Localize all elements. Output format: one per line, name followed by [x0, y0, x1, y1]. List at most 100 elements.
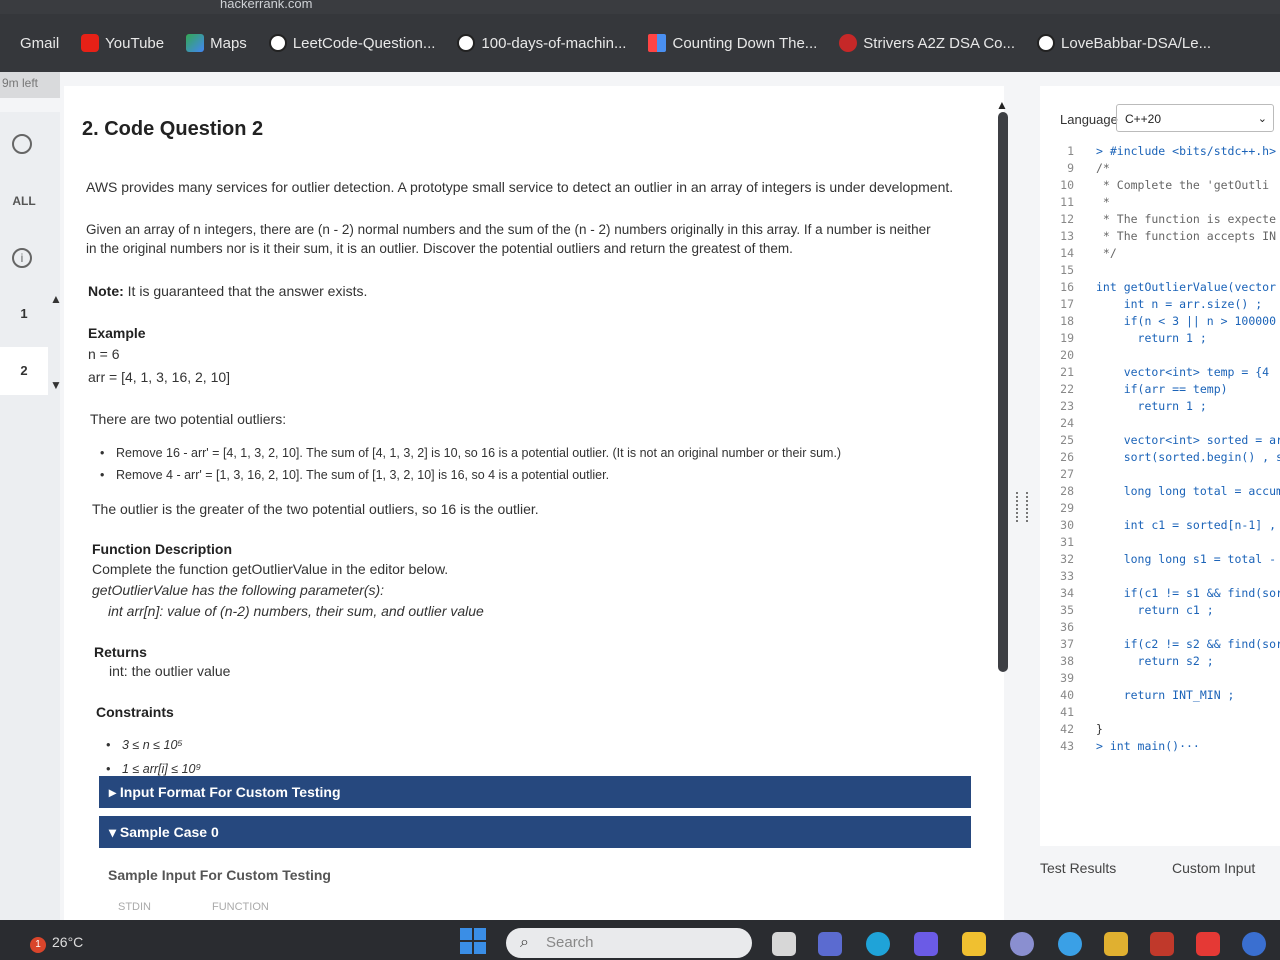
language-select[interactable]: C++20 ⌄ [1116, 104, 1274, 132]
code-line[interactable]: 20 [1040, 348, 1280, 365]
code-text: long long total = accum [1096, 484, 1280, 498]
code-line[interactable]: 32 long long s1 = total - [1040, 552, 1280, 569]
code-text: int n = arr.size() ; [1096, 297, 1263, 311]
line-number: 11 [1060, 195, 1074, 209]
youtube-icon [81, 34, 100, 52]
security-icon[interactable] [1150, 932, 1174, 956]
line-number: 16 [1060, 280, 1074, 294]
code-line[interactable]: 33 [1040, 569, 1280, 586]
code-line[interactable]: 9 /* [1040, 161, 1280, 178]
bookmark-100-days[interactable]: 100-days-of-machin... [457, 34, 626, 52]
code-line[interactable]: 42} [1040, 722, 1280, 739]
settings-icon[interactable] [1242, 932, 1266, 956]
line-number: 43 [1060, 739, 1074, 753]
arrow-down-icon[interactable]: ▼ [50, 378, 62, 392]
line-number: 22 [1060, 382, 1074, 396]
code-text: if(c1 != s1 && find(sort [1096, 586, 1280, 600]
code-line[interactable]: 23 return 1 ; [1040, 399, 1280, 416]
constraint-2: 1 ≤ arr[i] ≤ 10⁹ [106, 762, 201, 776]
code-line[interactable]: 10 * Complete the 'getOutli [1040, 178, 1280, 195]
tab-custom-input[interactable]: Custom Input [1172, 860, 1255, 876]
app-icon[interactable] [1010, 932, 1034, 956]
code-text: vector<int> temp = {4 [1096, 365, 1270, 379]
code-line[interactable]: 13 * The function accepts IN [1040, 229, 1280, 246]
calendar-app-icon[interactable] [1104, 932, 1128, 956]
line-number: 23 [1060, 399, 1074, 413]
problem-scrollbar[interactable] [998, 112, 1008, 672]
code-line[interactable]: 30 int c1 = sorted[n-1] , [1040, 518, 1280, 535]
code-line[interactable]: 40 return INT_MIN ; [1040, 688, 1280, 705]
code-line[interactable]: 27 [1040, 467, 1280, 484]
bookmark-maps[interactable]: Maps [186, 34, 247, 52]
code-line[interactable]: 17 int n = arr.size() ; [1040, 297, 1280, 314]
code-line[interactable]: 15 [1040, 263, 1280, 280]
line-number: 34 [1060, 586, 1074, 600]
code-line[interactable]: 31 [1040, 535, 1280, 552]
code-line[interactable]: 11 * [1040, 195, 1280, 212]
pane-resize-handle[interactable] [1016, 492, 1028, 522]
all-questions-button[interactable]: ALL [0, 194, 48, 208]
code-line[interactable]: 19 return 1 ; [1040, 331, 1280, 348]
function-description-1: Complete the function getOutlierValue in… [92, 561, 449, 577]
scroll-up-icon[interactable]: ▲ [996, 98, 1008, 112]
code-line[interactable]: 38 return s2 ; [1040, 654, 1280, 671]
code-line[interactable]: 12 * The function is expecte [1040, 212, 1280, 229]
code-lines[interactable]: 1 > #include <bits/stdc++.h> 9 /* 10 * Compl… [1040, 144, 1280, 756]
bookmark-counting-down[interactable]: Counting Down The... [648, 34, 817, 52]
edge-icon[interactable] [866, 932, 890, 956]
media-icon[interactable] [1196, 932, 1220, 956]
code-text: */ [1096, 246, 1117, 260]
copilot-icon[interactable] [914, 932, 938, 956]
question-1-button[interactable]: 1 [0, 290, 48, 338]
bookmark-lovebabbar[interactable]: LoveBabbar-DSA/Le... [1037, 34, 1211, 52]
address-bar[interactable]: hackerrank.com [0, 0, 1280, 14]
line-number: 32 [1060, 552, 1074, 566]
folder-icon[interactable] [962, 932, 986, 956]
maps-icon [186, 34, 205, 52]
bookmark-youtube[interactable]: YouTube [81, 34, 164, 52]
sample-case-toggle[interactable]: ▾ Sample Case 0 [99, 816, 971, 848]
compass-icon[interactable] [12, 134, 32, 154]
task-view-icon[interactable] [772, 932, 796, 956]
code-line[interactable]: 37 if(c2 != s2 && find(sort [1040, 637, 1280, 654]
code-line[interactable]: 41 [1040, 705, 1280, 722]
bookmark-strivers[interactable]: Strivers A2Z DSA Co... [839, 34, 1015, 52]
taskbar-search[interactable]: ⌕ Search [506, 928, 752, 958]
code-line[interactable]: 43 > int main()··· [1040, 739, 1280, 756]
code-line[interactable]: 1 > #include <bits/stdc++.h> [1040, 144, 1280, 161]
chrome-icon[interactable] [1058, 932, 1082, 956]
code-line[interactable]: 29 [1040, 501, 1280, 518]
language-label: Language [1060, 112, 1118, 127]
code-line[interactable]: 28 long long total = accum [1040, 484, 1280, 501]
input-format-toggle[interactable]: ▸ Input Format For Custom Testing [99, 776, 971, 808]
code-line[interactable]: 25 vector<int> sorted = ar [1040, 433, 1280, 450]
code-line[interactable]: 21 vector<int> temp = {4 [1040, 365, 1280, 382]
code-line[interactable]: 16 int getOutlierValue(vector [1040, 280, 1280, 297]
code-line[interactable]: 36 [1040, 620, 1280, 637]
code-line[interactable]: 34 if(c1 != s1 && find(sort [1040, 586, 1280, 603]
weather-widget[interactable]: 1 26°C [30, 934, 83, 953]
code-editor[interactable]: Language C++20 ⌄ 1 > #include <bits/stdc++… [1040, 86, 1280, 846]
code-line[interactable]: 18 if(n < 3 || n > 100000 [1040, 314, 1280, 331]
bookmark-label: LeetCode-Question... [292, 34, 436, 52]
code-line[interactable]: 22 if(arr == temp) [1040, 382, 1280, 399]
code-text: /* [1096, 161, 1110, 175]
code-text: vector<int> sorted = ar [1096, 433, 1280, 447]
tab-test-results[interactable]: Test Results [1040, 860, 1116, 876]
problem-title: 2. Code Question 2 [82, 118, 264, 140]
code-line[interactable]: 35 return c1 ; [1040, 603, 1280, 620]
bookmark-gmail[interactable]: Gmail [14, 34, 59, 52]
question-2-button[interactable]: 2 [0, 347, 48, 395]
bookmark-leetcode[interactable]: LeetCode-Question... [268, 34, 436, 52]
arrow-up-icon[interactable]: ▲ [50, 292, 62, 306]
windows-start-icon[interactable] [460, 928, 486, 954]
code-line[interactable]: 24 [1040, 416, 1280, 433]
teams-icon[interactable] [818, 932, 842, 956]
line-number: 25 [1060, 433, 1074, 447]
code-line[interactable]: 14 */ [1040, 246, 1280, 263]
bookmark-label: LoveBabbar-DSA/Le... [1061, 34, 1212, 52]
line-number: 14 [1060, 246, 1074, 260]
code-line[interactable]: 26 sort(sorted.begin() , s [1040, 450, 1280, 467]
code-line[interactable]: 39 [1040, 671, 1280, 688]
info-icon[interactable]: i [12, 248, 32, 268]
